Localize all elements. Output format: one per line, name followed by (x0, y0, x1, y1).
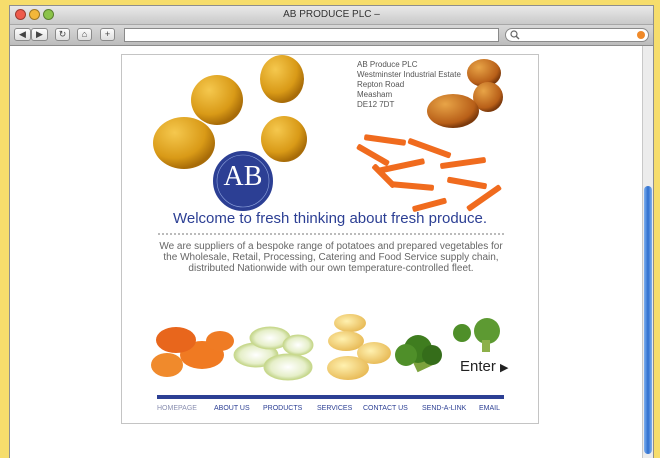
company-description: We are suppliers of a bespoke range of p… (159, 241, 503, 274)
nav-homepage[interactable]: HOMEPAGE (157, 405, 197, 412)
dotted-divider (158, 233, 504, 235)
browser-toolbar: ◀ ▶ ↻ ⌂ + ▾ (10, 25, 653, 46)
company-address: AB Produce PLC Westminster Industrial Es… (357, 60, 461, 110)
nav-rule (157, 395, 504, 399)
address-line: Measham (357, 90, 393, 99)
nav-send-a-link[interactable]: SEND-A-LINK (422, 405, 466, 412)
reload-button[interactable]: ↻ (55, 28, 70, 41)
sliced-leeks (233, 326, 314, 381)
diced-swede (327, 314, 391, 380)
welcome-heading: Welcome to fresh thinking about fresh pr… (172, 210, 488, 227)
address-line: Westminster Industrial Estate (357, 70, 461, 79)
nav-products[interactable]: PRODUCTS (263, 405, 302, 412)
address-line: AB Produce PLC (357, 60, 418, 69)
enter-label: Enter (460, 358, 496, 375)
address-line: Repton Road (357, 80, 405, 89)
page-container: AB Produce PLC Westminster Industrial Es… (121, 54, 539, 424)
title-bar: AB PRODUCE PLC – (10, 6, 653, 25)
back-button[interactable]: ◀ (14, 28, 31, 41)
logo-text: AB (223, 161, 263, 192)
nav-services[interactable]: SERVICES (317, 405, 352, 412)
search-field[interactable] (505, 28, 649, 42)
address-line: DE12 7DT (357, 100, 395, 109)
sliced-carrots (151, 327, 234, 377)
add-bookmark-button[interactable]: + (100, 28, 115, 41)
nav-about-us[interactable]: ABOUT US (214, 405, 250, 412)
scrollbar-thumb[interactable] (644, 186, 652, 454)
carrot-batons (356, 134, 502, 212)
nav-contact-us[interactable]: CONTACT US (363, 405, 408, 412)
address-bar[interactable]: ▾ (124, 28, 509, 42)
page-viewport: AB Produce PLC Westminster Industrial Es… (10, 46, 642, 458)
browser-window: AB PRODUCE PLC – ◀ ▶ ↻ ⌂ + ▾ (9, 5, 654, 458)
play-arrow-icon: ▶ (500, 362, 509, 374)
forward-button[interactable]: ▶ (31, 28, 48, 41)
search-input[interactable] (522, 30, 622, 40)
vertical-scrollbar[interactable] (642, 46, 653, 458)
snapback-icon[interactable] (637, 31, 645, 39)
enter-link[interactable]: Enter ▶ (460, 358, 509, 375)
home-button[interactable]: ⌂ (77, 28, 92, 41)
nav-email[interactable]: EMAIL (479, 405, 500, 412)
search-icon (510, 30, 520, 40)
window-title: AB PRODUCE PLC – (283, 9, 380, 20)
